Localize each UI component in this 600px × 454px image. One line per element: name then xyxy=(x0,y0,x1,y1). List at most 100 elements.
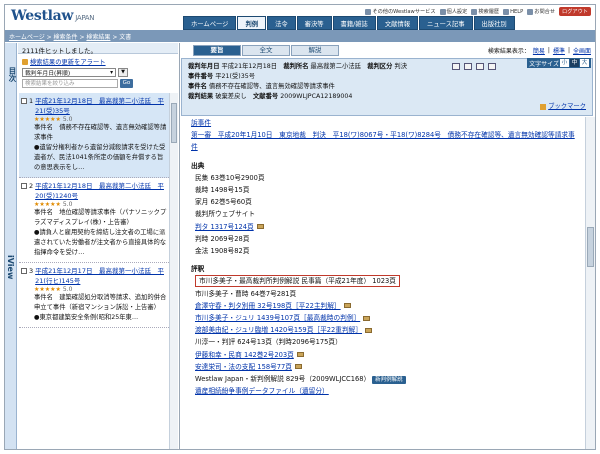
results-panel: 目次 iView 2111件ヒットしました。 検索結果の更新をアラート 裁判年月… xyxy=(5,43,180,449)
crumb-results[interactable]: 検索結果 xyxy=(86,34,110,41)
result-summary: 事件名 建築確認処分取消等請求、追加的併合申立て事件（新宿マンション訴訟・上告審… xyxy=(34,294,167,321)
document-scrollbar[interactable] xyxy=(585,117,595,449)
first-instance-link[interactable]: 第一審 平成20年1月10日 東京地裁 判決 平18(ワ)8067号・平18(ワ… xyxy=(191,129,581,153)
font-size-control: 文字サイズ 小 中 大 xyxy=(527,58,591,68)
review-link[interactable]: 伊藤和幸・民商 142巻2号203頁 xyxy=(195,351,294,359)
logout-button[interactable]: ログアウト xyxy=(559,7,591,16)
source-item: 裁判所ウェブサイト xyxy=(195,210,256,219)
source-heading: 出典 xyxy=(191,161,205,170)
result-checkbox[interactable] xyxy=(21,98,27,104)
results-list: 1 平成21年12月18日 最高裁第二小法廷 平21(受)35号 ★★★★★ 5.0… xyxy=(19,93,169,449)
display-fullscreen[interactable]: 全画面 xyxy=(573,46,591,55)
source-item: 家月 62巻5号60頁 xyxy=(195,198,252,207)
result-summary: 事件名 債務不存在確認等、遺言無効確認等請求事件 ●遺留分権利者から遺留分減殺請求… xyxy=(34,124,167,171)
rating-stars: ★★★★★ 5.0 xyxy=(34,286,73,293)
results-scrollbar[interactable] xyxy=(169,93,178,449)
font-large[interactable]: 大 xyxy=(580,59,589,67)
save-icon[interactable] xyxy=(464,63,472,70)
close-icon[interactable] xyxy=(488,63,496,70)
review-item: Westlaw Japan・新判例解説 829号（2009WLJCC168） xyxy=(195,375,371,384)
review-item: 市川多美子・曹時 64巻7号281頁 xyxy=(195,289,297,298)
services-icon xyxy=(365,8,372,15)
nav-books[interactable]: 書籍/雑誌 xyxy=(332,16,376,30)
chevron-down-icon: ▾ xyxy=(110,69,113,76)
nav-literature[interactable]: 文献情報 xyxy=(376,16,419,30)
source-item: 民集 63巻10号2900頁 xyxy=(195,173,265,182)
alert-link-text[interactable]: 検索結果の更新をアラート xyxy=(30,57,106,66)
result-title-link[interactable]: 平成21年12月17日 最高裁第一小法廷 平21(行ヒ)145号 xyxy=(35,266,167,286)
lower-court-link[interactable]: 訴事件 xyxy=(191,117,581,129)
westlaw-logo[interactable]: Westlaw JAPAN xyxy=(11,8,95,24)
search-history-link[interactable]: 検索履歴 xyxy=(471,7,499,16)
toc-tab[interactable]: 目次 xyxy=(7,67,18,82)
font-small[interactable]: 小 xyxy=(560,59,569,67)
font-medium[interactable]: 中 xyxy=(570,59,579,67)
filter-row: 検索結果を絞り込み Go xyxy=(22,79,133,88)
go-button[interactable]: Go xyxy=(120,79,133,88)
settings-icon xyxy=(439,8,446,15)
bookmark-link[interactable]: ブックマーク xyxy=(540,102,586,112)
result-title-link[interactable]: 平成21年12月18日 最高裁第二小法廷 平21(受)35号 xyxy=(35,96,167,116)
display-standard[interactable]: 標準 xyxy=(553,46,565,55)
review-link[interactable]: 安達栄司・法の支配 158号77頁 xyxy=(195,363,292,371)
result-checkbox[interactable] xyxy=(21,268,27,274)
tab-commentary[interactable]: 解説 xyxy=(291,45,339,56)
display-size: 検索結果表示： 簡易 | 標準 | 全画面 xyxy=(487,46,591,55)
app-window: Westlaw JAPAN その他のWestlawサービス 個人設定 検索履歴 H… xyxy=(4,4,596,450)
doc-actions xyxy=(452,63,496,70)
review-link[interactable]: 倉澤守春・判タ別冊 32号198頁［平22主判解］ xyxy=(195,302,341,310)
display-simple[interactable]: 簡易 xyxy=(533,46,545,55)
new-commentary-badge[interactable]: 新判例解説 xyxy=(372,376,406,385)
document-panel: 要旨 全文 解説 検索結果表示： 簡易 | 標準 | 全画面 裁判年月日 平成21年… xyxy=(181,43,595,449)
alert-icon xyxy=(22,58,28,65)
side-strip: 目次 iView xyxy=(5,43,18,449)
hit-count: 2111件ヒットしました。 xyxy=(18,43,178,55)
book-icon[interactable] xyxy=(343,303,351,309)
result-item[interactable]: 1 平成21年12月18日 最高裁第二小法廷 平21(受)35号 ★★★★★ 5.0… xyxy=(19,93,169,178)
doc-tabs: 要旨 全文 解説 xyxy=(193,45,339,56)
nav-cases[interactable]: 判例 xyxy=(237,16,267,30)
history-icon xyxy=(471,8,478,15)
alert-link[interactable]: 検索結果の更新をアラート xyxy=(22,57,106,66)
book-icon[interactable] xyxy=(363,315,371,321)
book-icon[interactable] xyxy=(296,352,304,358)
nav-publishers[interactable]: 出版社別 xyxy=(473,16,515,30)
review-heading: 評釈 xyxy=(191,265,205,274)
sort-select[interactable]: 裁判年月日(昇順) ▾ xyxy=(22,68,116,77)
scroll-thumb[interactable] xyxy=(171,103,177,143)
source-link[interactable]: 判タ 1317号124頁 xyxy=(195,223,254,231)
nav-decisions[interactable]: 審決等 xyxy=(296,16,332,30)
review-link[interactable]: 遺産相続紛争事例データファイル（遺留分） xyxy=(195,387,329,395)
book-icon[interactable] xyxy=(256,224,264,230)
mail-icon[interactable] xyxy=(476,63,484,70)
result-title-link[interactable]: 平成21年12月18日 最高裁第二小法廷 平20(受)1240号 xyxy=(35,181,167,201)
sort-button[interactable]: ▼ xyxy=(118,68,128,77)
review-link[interactable]: 渡部美由紀・ジュリ臨増 1420号159頁［平22重判解］ xyxy=(195,326,362,334)
main-nav: ホームページ 判例 法令 審決等 書籍/雑誌 文献情報 ニュース記事 出版社別 xyxy=(183,16,515,30)
contact-link[interactable]: お問合せ xyxy=(527,7,555,16)
review-link[interactable]: 市川多美子・ジュリ 1439号107頁［最高裁時の判例］ xyxy=(195,314,360,322)
tab-fulltext[interactable]: 全文 xyxy=(242,45,290,56)
iview-tab[interactable]: iView xyxy=(6,255,15,279)
result-item[interactable]: 3 平成21年12月17日 最高裁第一小法廷 平21(行ヒ)145号 ★★★★★ 5… xyxy=(19,263,169,328)
print-icon[interactable] xyxy=(452,63,460,70)
book-icon[interactable] xyxy=(295,364,303,370)
scroll-thumb[interactable] xyxy=(587,227,594,267)
personal-settings-link[interactable]: 個人設定 xyxy=(439,7,467,16)
nav-news[interactable]: ニュース記事 xyxy=(419,16,473,30)
filter-input[interactable]: 検索結果を絞り込み xyxy=(22,79,118,88)
sort-row: 裁判年月日(昇順) ▾ ▼ xyxy=(22,68,128,77)
review-item: 川淳一・判評 624号13頁（判時2096号175頁） xyxy=(195,338,342,347)
result-summary: 事件名 地位確認等請求事件（パナソニックプラズマディスプレイ(株)・上告審） ●請… xyxy=(34,209,167,256)
result-item[interactable]: 2 平成21年12月18日 最高裁第二小法廷 平20(受)1240号 ★★★★★ 5… xyxy=(19,178,169,263)
tab-summary[interactable]: 要旨 xyxy=(193,45,241,56)
result-checkbox[interactable] xyxy=(21,183,27,189)
nav-statutes[interactable]: 法令 xyxy=(267,16,296,30)
nav-home[interactable]: ホームページ xyxy=(183,16,237,30)
book-icon[interactable] xyxy=(365,327,373,333)
document-content: 訴事件 第一審 平成20年1月10日 東京地裁 判決 平18(ワ)8067号・平… xyxy=(181,117,585,449)
other-services-link[interactable]: その他のWestlawサービス xyxy=(365,7,436,16)
help-link[interactable]: HELP xyxy=(503,7,523,16)
crumb-home[interactable]: ホームページ xyxy=(9,34,45,41)
crumb-search[interactable]: 検索条件 xyxy=(54,34,78,41)
